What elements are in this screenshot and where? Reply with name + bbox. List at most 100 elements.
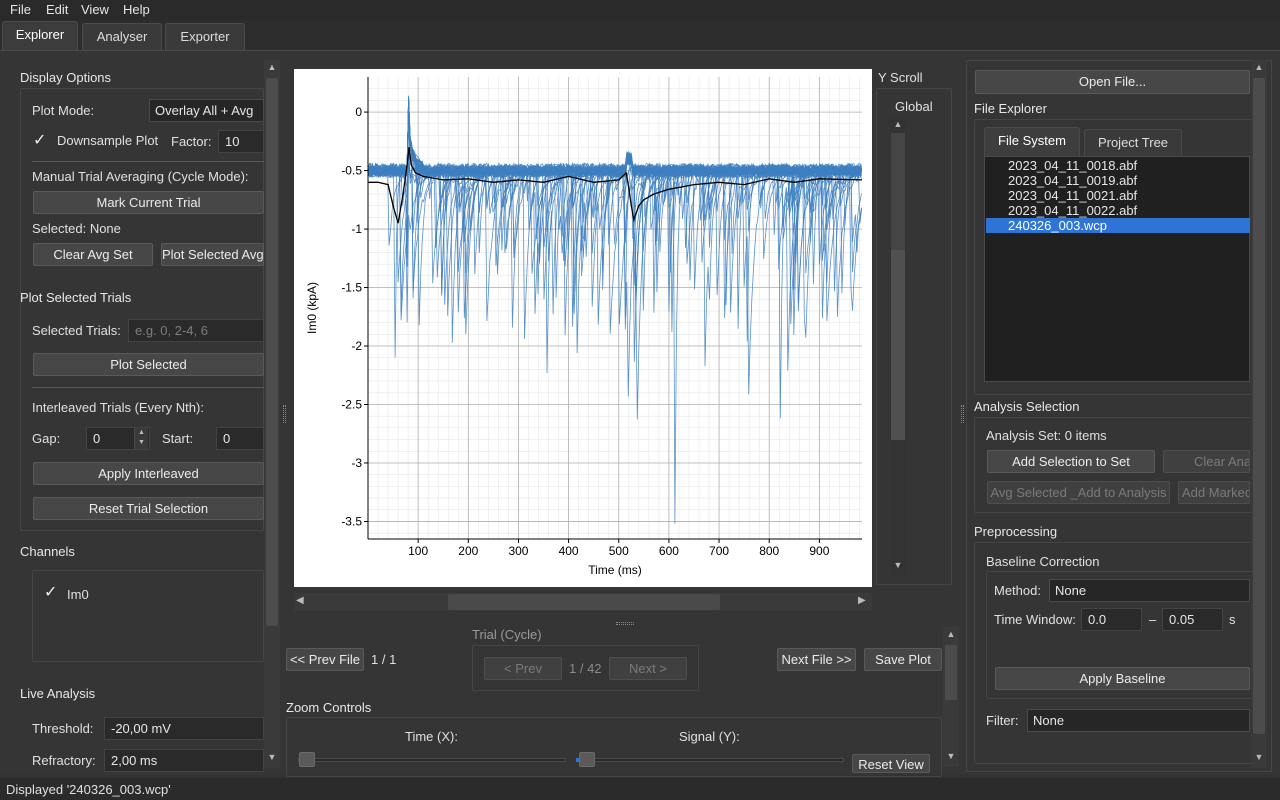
scrollbar-handle[interactable]	[1253, 78, 1265, 734]
controls-scrollbar[interactable]: ▲ ▼	[943, 627, 959, 767]
signal-y-label: Signal (Y):	[679, 729, 740, 744]
x-tick-label: 100	[408, 544, 428, 558]
tab-file-system[interactable]: File System	[984, 127, 1080, 156]
file-counter: 1 / 1	[371, 652, 397, 667]
gap-stepper[interactable]: ▲ ▼	[134, 428, 148, 449]
file-item[interactable]: 2023_04_11_0018.abf	[986, 158, 1250, 173]
downsample-checkbox[interactable]: ✓	[33, 133, 49, 149]
start-spinbox[interactable]: 0	[216, 427, 264, 450]
scroll-up-icon[interactable]: ▲	[943, 629, 959, 639]
filter-select[interactable]: None	[1027, 709, 1250, 732]
stepper-up-icon[interactable]: ▲	[135, 428, 148, 438]
x-scroll-handle[interactable]	[448, 594, 720, 610]
time-window-end-input[interactable]: 0.05	[1162, 608, 1223, 631]
time-window-start-input[interactable]: 0.0	[1081, 608, 1142, 631]
tab-analyser[interactable]: Analyser	[82, 23, 162, 50]
y-tick-label: -2	[351, 339, 362, 353]
tab-project-tree[interactable]: Project Tree	[1084, 129, 1182, 156]
y-axis-label: Im0 (kpA)	[305, 282, 319, 334]
left-panel-scrollbar[interactable]: ▲ ▼	[264, 60, 280, 768]
file-item[interactable]: 2023_04_11_0021.abf	[986, 188, 1250, 203]
right-panel-scrollbar[interactable]: ▲ ▼	[1251, 60, 1267, 768]
scroll-down-icon[interactable]: ▼	[890, 560, 906, 570]
x-scrollbar[interactable]: ◀ ▶	[294, 593, 872, 611]
reset-view-button[interactable]: Reset View	[852, 754, 930, 773]
trace-plot[interactable]: 100 200 300 400 500 600 700 800 900 0 -0.5 -1 -1.5 -2…	[294, 69, 872, 587]
menu-view[interactable]: View	[81, 2, 109, 17]
file-item[interactable]: 2023_04_11_0019.abf	[986, 173, 1250, 188]
mark-current-trial-button[interactable]: Mark Current Trial	[33, 191, 264, 214]
y-tick-label: -1	[351, 222, 362, 236]
plot-mode-select[interactable]: Overlay All + Avg	[149, 99, 264, 122]
add-marked-button[interactable]: Add Marked	[1178, 481, 1250, 504]
manual-avg-label: Manual Trial Averaging (Cycle Mode):	[32, 169, 249, 184]
apply-baseline-button[interactable]: Apply Baseline	[995, 667, 1250, 690]
tab-explorer[interactable]: Explorer	[2, 21, 78, 50]
x-tick-label: 300	[508, 544, 528, 558]
y-scroll-bar[interactable]: ▲ ▼	[890, 117, 906, 575]
time-x-slider-handle[interactable]	[299, 752, 315, 767]
next-file-button[interactable]: Next File >>	[777, 648, 856, 671]
add-selection-button[interactable]: Add Selection to Set	[987, 450, 1155, 473]
time-x-slider[interactable]	[298, 758, 566, 762]
y-scroll-handle[interactable]	[891, 250, 905, 440]
tab-exporter[interactable]: Exporter	[165, 23, 245, 50]
scroll-up-icon[interactable]: ▲	[1251, 62, 1267, 72]
x-tick-label: 900	[809, 544, 829, 558]
factor-label: Factor:	[171, 134, 212, 149]
method-select[interactable]: None	[1049, 579, 1250, 602]
signal-y-slider-handle[interactable]	[579, 752, 595, 767]
file-item[interactable]: 2023_04_11_0022.abf	[986, 203, 1250, 218]
reset-trial-selection-button[interactable]: Reset Trial Selection	[33, 497, 264, 520]
scroll-down-icon[interactable]: ▼	[264, 752, 280, 762]
analysis-set-count: Analysis Set: 0 items	[986, 428, 1107, 443]
scrollbar-handle[interactable]	[266, 78, 278, 626]
plot-selected-avg-button[interactable]: Plot Selected Avg	[161, 243, 264, 266]
interleaved-label: Interleaved Trials (Every Nth):	[32, 400, 204, 415]
plot-selected-button[interactable]: Plot Selected	[33, 353, 264, 376]
scroll-down-icon[interactable]: ▼	[943, 751, 959, 761]
selected-status: Selected: None	[32, 221, 121, 236]
avg-selected-button[interactable]: Avg Selected _Add to Analysis	[987, 481, 1170, 504]
x-tick-label: 400	[559, 544, 579, 558]
prev-trial-button[interactable]: < Prev	[484, 657, 562, 680]
y-tick-label: -0.5	[341, 164, 362, 178]
prev-file-button[interactable]: << Prev File	[286, 648, 364, 671]
y-scroll-handle-top[interactable]	[891, 133, 905, 250]
time-window-unit: s	[1229, 612, 1236, 627]
menu-file[interactable]: File	[10, 2, 31, 17]
file-item-selected[interactable]: 240326_003.wcp	[986, 218, 1250, 233]
file-explorer-title: File Explorer	[974, 101, 1047, 116]
clear-analysis-button[interactable]: Clear Analysis Set	[1163, 450, 1250, 473]
scroll-up-icon[interactable]: ▲	[890, 119, 906, 129]
splitter-handle-right[interactable]	[961, 405, 964, 423]
next-trial-button[interactable]: Next >	[609, 657, 687, 680]
time-x-label: Time (X):	[405, 729, 458, 744]
live-analysis-title: Live Analysis	[20, 686, 96, 701]
clear-avg-set-button[interactable]: Clear Avg Set	[33, 243, 153, 266]
splitter-handle-left[interactable]	[283, 405, 286, 423]
preprocessing-title: Preprocessing	[974, 524, 1058, 539]
apply-interleaved-button[interactable]: Apply Interleaved	[33, 462, 264, 485]
factor-input[interactable]: 10	[218, 130, 264, 153]
threshold-input[interactable]: -20,00 mV	[104, 717, 264, 740]
x-tick-label: 700	[709, 544, 729, 558]
open-file-button[interactable]: Open File...	[975, 70, 1250, 94]
menu-help[interactable]: Help	[123, 2, 150, 17]
signal-y-slider[interactable]	[576, 758, 844, 762]
y-tick-label: 0	[355, 105, 362, 119]
scroll-up-icon[interactable]: ▲	[264, 62, 280, 72]
scroll-down-icon[interactable]: ▼	[1251, 752, 1267, 762]
refractory-input[interactable]: 2,00 ms	[104, 749, 264, 772]
scroll-right-icon[interactable]: ▶	[858, 595, 866, 606]
splitter-handle-center[interactable]	[616, 622, 634, 625]
plot-mode-label: Plot Mode:	[32, 103, 95, 118]
channel-checkbox[interactable]: ✓	[44, 585, 60, 601]
save-plot-button[interactable]: Save Plot	[864, 648, 942, 671]
selected-trials-input[interactable]: e.g. 0, 2-4, 6	[128, 319, 264, 342]
menu-edit[interactable]: Edit	[46, 2, 68, 17]
stepper-down-icon[interactable]: ▼	[135, 438, 148, 448]
scroll-left-icon[interactable]: ◀	[296, 595, 304, 606]
scrollbar-handle[interactable]	[945, 645, 957, 700]
plot-area[interactable]: 100 200 300 400 500 600 700 800 900 0 -0.5 -1 -1.5 -2…	[294, 69, 872, 587]
